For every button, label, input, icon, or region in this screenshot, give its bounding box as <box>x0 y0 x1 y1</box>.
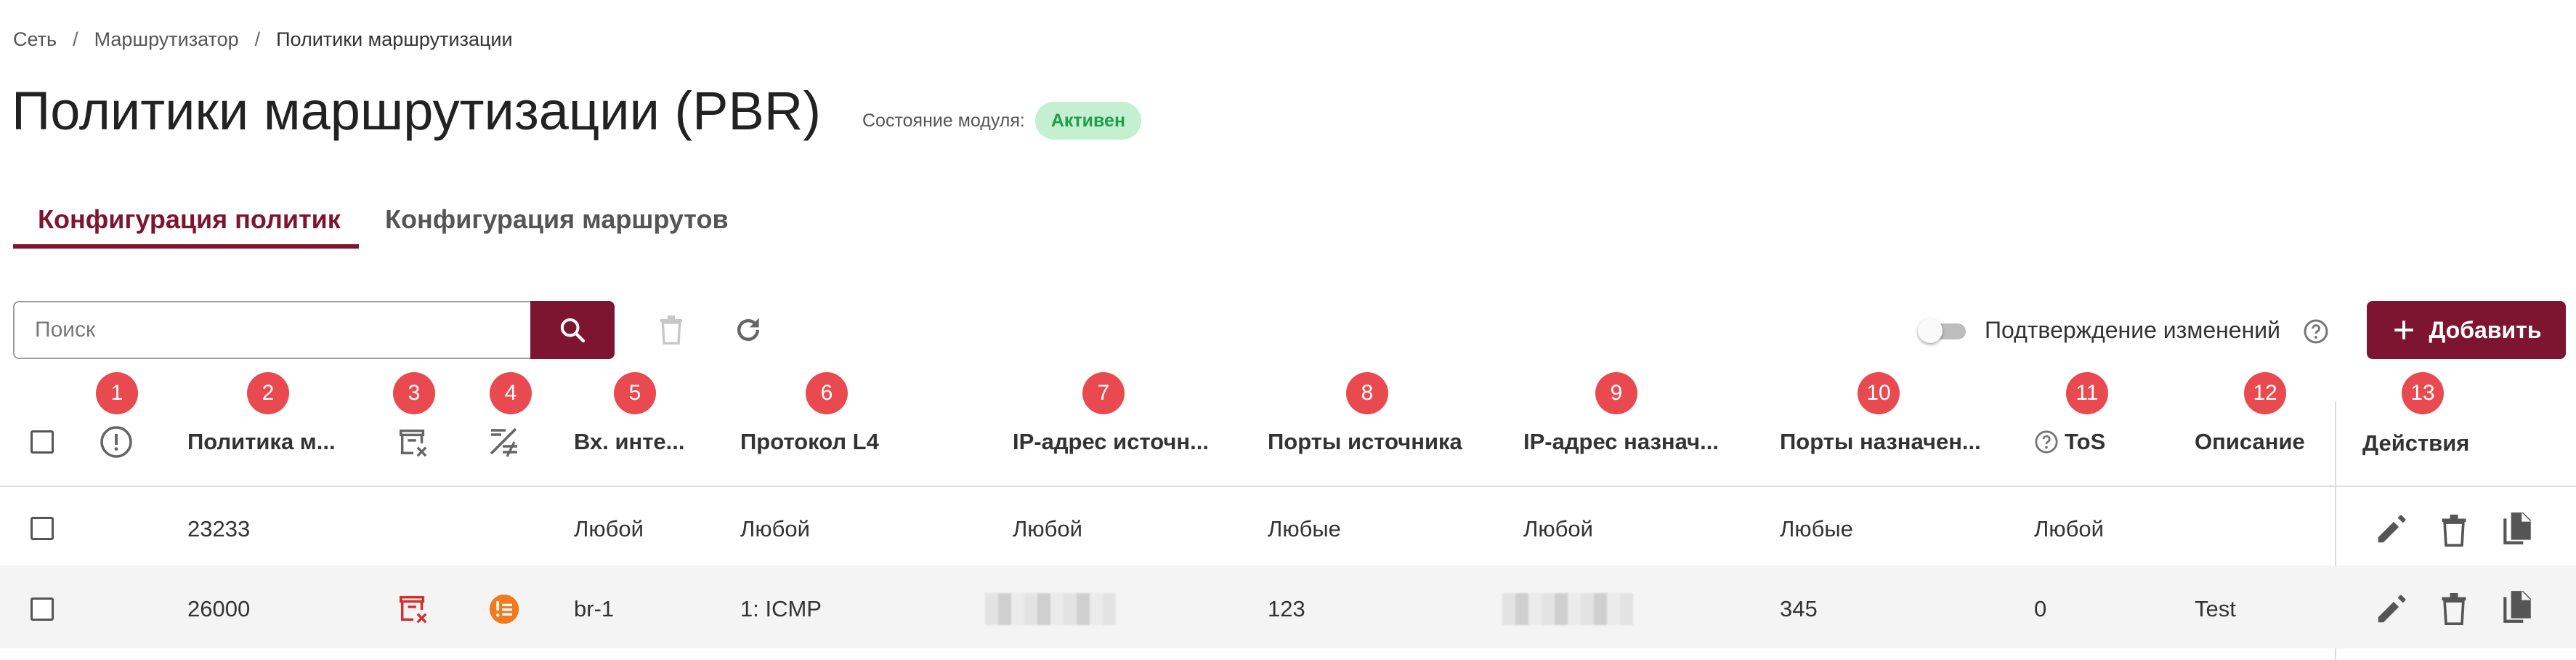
marker-badge: 5 <box>614 372 656 414</box>
cell-tos: 0 <box>2034 596 2047 621</box>
trash-icon <box>2442 515 2466 547</box>
tab-policy-config[interactable]: Конфигурация политик <box>38 201 341 238</box>
header-divider <box>0 486 2576 487</box>
column-header-in-interface[interactable]: Вх. инте... <box>574 423 690 461</box>
search-input[interactable] <box>15 318 532 342</box>
column-header-tos-label: ToS <box>2065 429 2106 454</box>
cell-src-ip: Любой <box>1013 516 1082 542</box>
status-column-icon <box>99 423 137 461</box>
column-header-policy[interactable]: Политика м... <box>187 423 346 461</box>
column-header-description[interactable]: Описание <box>2195 423 2318 461</box>
trash-icon <box>660 315 682 345</box>
row-checkbox[interactable] <box>31 517 54 540</box>
status-badge: Активен <box>1034 102 1142 140</box>
cell-dst-ports: 345 <box>1780 596 1818 621</box>
cell-protocol: 1: ICMP <box>740 596 822 621</box>
cell-description: Test <box>2195 596 2236 621</box>
marker-badge: 12 <box>2244 372 2286 414</box>
marker-badge: 10 <box>1858 372 1900 414</box>
cell-dst-ip-redacted <box>1502 593 1633 625</box>
column-header-l4-protocol[interactable]: Протокол L4 <box>740 423 929 461</box>
marker-badge: 2 <box>247 372 289 414</box>
refresh-icon <box>737 318 760 342</box>
row-checkbox[interactable] <box>31 597 54 621</box>
search-icon <box>560 318 586 343</box>
marker-badge: 9 <box>1595 372 1637 414</box>
cell-in-interface: br-1 <box>574 596 615 621</box>
column-header-dst-ports[interactable]: Порты назначен... <box>1780 423 1983 461</box>
tab-route-config[interactable]: Конфигурация маршрутов <box>385 201 729 238</box>
module-state: Состояние модуля: Активен <box>862 102 1142 140</box>
cell-protocol: Любой <box>740 516 810 542</box>
page-title: Политики маршрутизации (PBR) <box>12 81 821 141</box>
cell-src-ports: 123 <box>1268 596 1305 621</box>
marker-badge: 3 <box>393 372 435 414</box>
delete-button[interactable] <box>2438 592 2470 630</box>
trash-icon <box>2442 593 2466 625</box>
cell-tos: Любой <box>2034 516 2104 542</box>
marker-badge: 13 <box>2402 372 2444 414</box>
breadcrumb-separator: / <box>254 28 261 50</box>
add-button[interactable]: Добавить <box>2367 301 2566 359</box>
search-button[interactable] <box>530 301 615 359</box>
edit-button[interactable] <box>2374 513 2407 550</box>
calendar-remove-column-icon <box>397 423 434 461</box>
warning-list-icon <box>488 593 520 629</box>
calendar-remove-icon <box>397 592 430 629</box>
module-state-label: Состояние модуля: <box>862 110 1025 131</box>
marker-badge: 7 <box>1082 372 1125 414</box>
toggle-knob <box>1918 318 1943 343</box>
copy-button[interactable] <box>2499 589 2535 630</box>
marker-badge: 6 <box>806 372 848 414</box>
copy-icon <box>2503 591 2531 623</box>
delete-button[interactable] <box>2438 513 2470 552</box>
marker-badge: 8 <box>1346 372 1388 414</box>
column-header-actions: Действия <box>2362 430 2470 456</box>
select-all-checkbox[interactable] <box>31 430 54 454</box>
breadcrumb-item-current: Политики маршрутизации <box>276 28 513 50</box>
cell-policy: 26000 <box>187 596 251 621</box>
confirm-changes-label: Подтверждение изменений <box>1985 316 2280 343</box>
breadcrumb-separator: / <box>73 28 78 50</box>
cell-dst-ip: Любой <box>1523 516 1593 542</box>
help-icon[interactable] <box>2034 430 2059 454</box>
column-header-tos[interactable]: ToS <box>2034 423 2121 461</box>
cell-in-interface: Любой <box>574 516 644 542</box>
confirm-changes-toggle[interactable] <box>1918 317 1969 343</box>
breadcrumb-item-network[interactable]: Сеть <box>13 28 57 51</box>
marker-badge: 1 <box>96 372 138 414</box>
column-header-src-ip[interactable]: IP-адрес источн... <box>1013 423 1210 461</box>
cell-policy: 23233 <box>187 516 251 542</box>
cell-src-ports: Любые <box>1268 516 1341 542</box>
copy-button[interactable] <box>2499 510 2535 552</box>
help-icon[interactable] <box>2303 318 2329 348</box>
search-field <box>13 301 532 359</box>
breadcrumb: Сеть / Маршрутизатор / Политики маршрути… <box>13 25 513 54</box>
plus-icon <box>2394 321 2413 339</box>
pencil-icon <box>2378 595 2406 623</box>
column-header-dst-ip[interactable]: IP-адрес назнач... <box>1523 423 1720 461</box>
edit-button[interactable] <box>2374 593 2407 630</box>
pencil-icon <box>2378 515 2406 543</box>
column-header-src-ports[interactable]: Порты источника <box>1268 423 1478 461</box>
add-button-label: Добавить <box>2429 316 2542 343</box>
breadcrumb-item-router[interactable]: Маршрутизатор <box>94 28 239 51</box>
marker-badge: 11 <box>2066 372 2108 414</box>
not-equal-column-icon <box>487 423 527 461</box>
copy-icon <box>2503 512 2531 544</box>
marker-badge: 4 <box>490 372 532 414</box>
refresh-button[interactable] <box>725 307 771 353</box>
delete-selected-button[interactable] <box>648 307 694 353</box>
cell-dst-ports: Любые <box>1780 516 1853 542</box>
cell-src-ip-redacted <box>985 593 1116 625</box>
tab-active-indicator <box>13 244 359 249</box>
